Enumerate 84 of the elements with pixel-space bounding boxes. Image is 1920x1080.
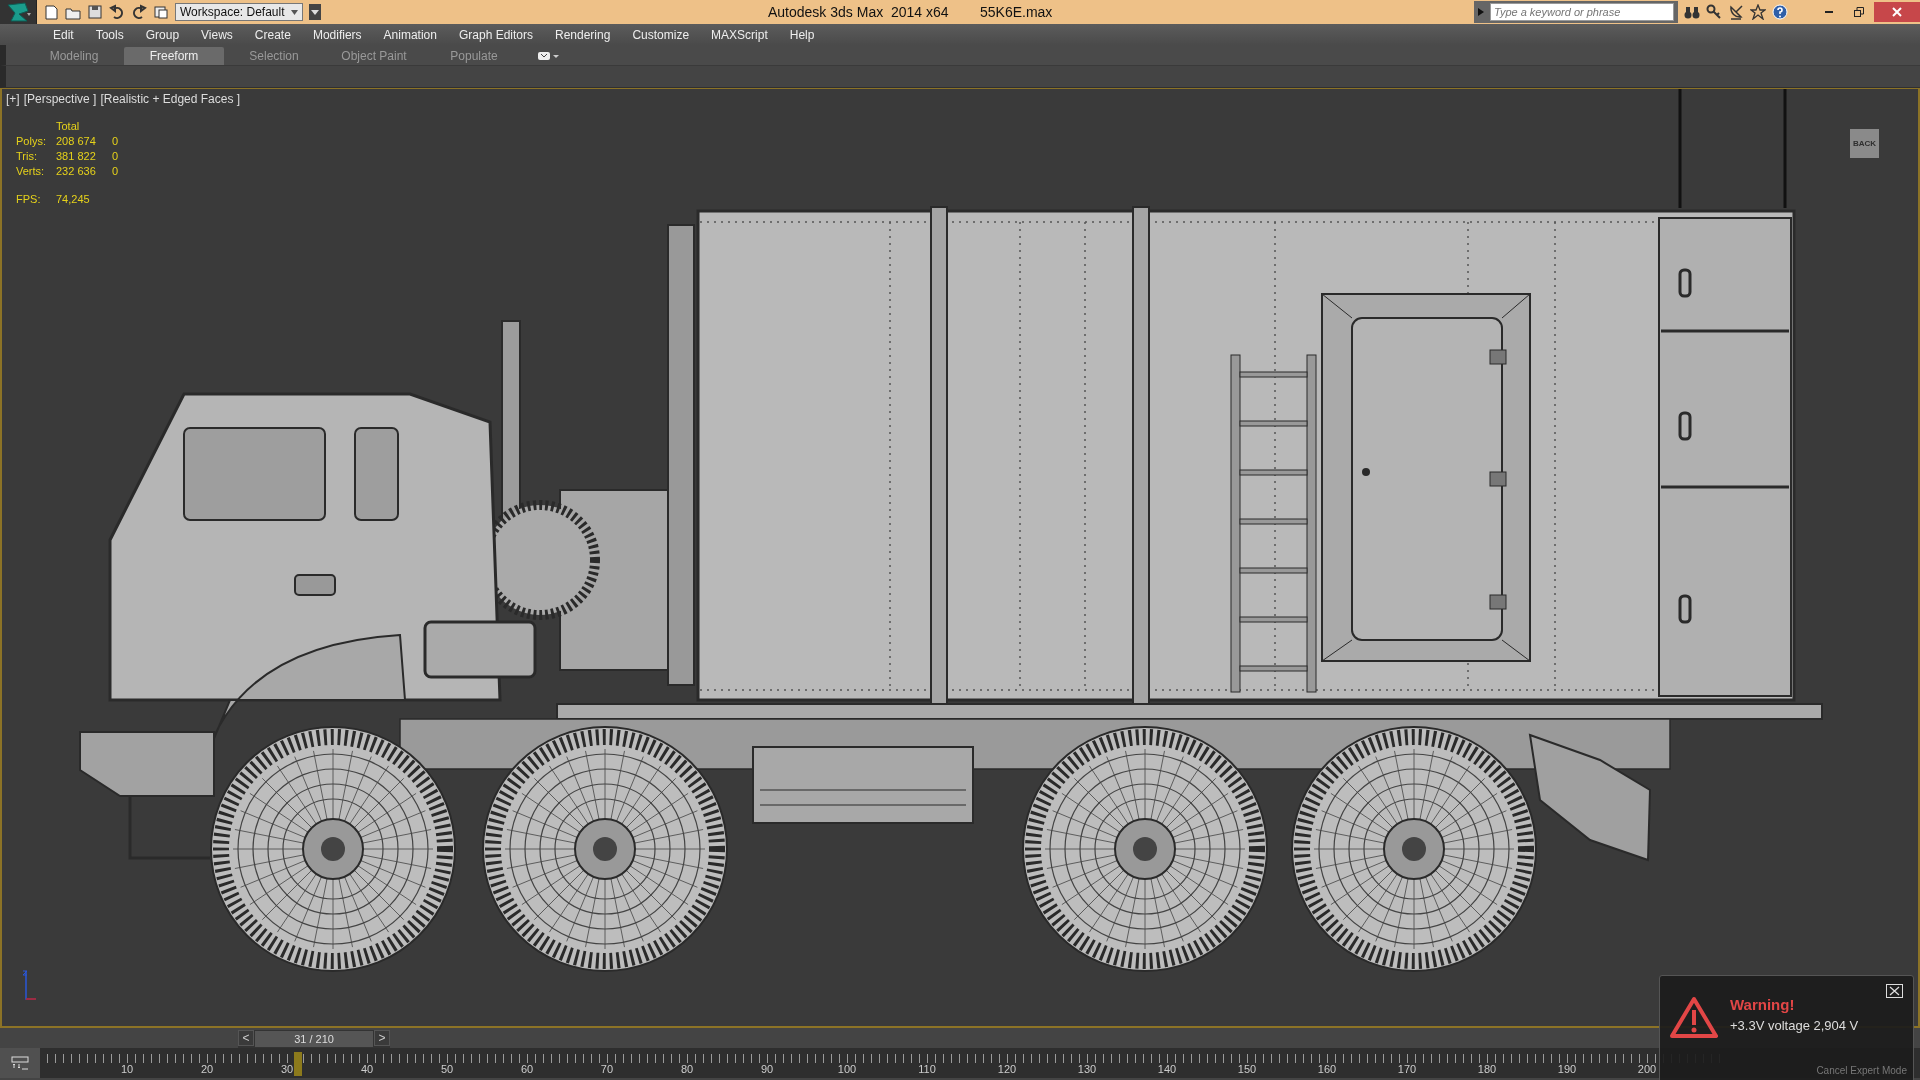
frame-counter: 31 / 210 [254, 1030, 375, 1048]
frame-number: 90 [760, 1063, 774, 1075]
viewport-label[interactable]: [Realistic + Edged Faces ] [100, 92, 241, 106]
frame-number: 190 [1557, 1063, 1577, 1075]
file-name: 55K6E.max [980, 4, 1053, 20]
stats-label: FPS: [16, 193, 42, 205]
warning-title: Warning! [1730, 996, 1796, 1013]
menu-item[interactable]: Rendering [544, 27, 622, 42]
fps-value: 74,245 [56, 193, 91, 205]
frame-number: 100 [837, 1063, 857, 1075]
frame-number: 200 [1637, 1063, 1657, 1075]
stats-label: Tris: [16, 150, 38, 162]
save-icon[interactable] [87, 4, 103, 20]
viewport-label[interactable]: [+] [6, 92, 20, 106]
viewport-label[interactable]: [Perspective ] [23, 92, 97, 106]
warning-message: +3.3V voltage 2,904 V [1730, 1018, 1859, 1033]
warning-icon [1670, 996, 1718, 1038]
close-icon[interactable] [1886, 984, 1903, 998]
view-cube[interactable]: BACK [1850, 129, 1879, 158]
menu-item[interactable]: Group [134, 27, 191, 42]
ribbon-tab[interactable]: Freeform [124, 47, 224, 65]
frame-marker[interactable] [293, 1052, 302, 1076]
stats-value: 232 636 [56, 165, 97, 177]
stats-label: Polys: [16, 135, 47, 147]
help-icon[interactable] [1772, 4, 1788, 20]
menu-item[interactable]: Customize [621, 27, 701, 42]
menu-item[interactable]: Tools [84, 27, 135, 42]
frame-number: 10 [120, 1063, 134, 1075]
cancel-expert-mode-link[interactable]: Cancel Expert Mode [1816, 1065, 1907, 1076]
menu-item[interactable]: Modifiers [301, 27, 373, 42]
frame-number: 110 [918, 1063, 936, 1075]
menu-item[interactable]: Graph Editors [447, 27, 544, 42]
stats-value: 208 674 [56, 135, 97, 147]
project-folder-icon[interactable] [153, 4, 169, 20]
binoculars-icon[interactable] [1684, 4, 1700, 20]
stats-value: 0 [112, 135, 120, 147]
frame-number: 180 [1477, 1063, 1497, 1075]
stats-header: Total [56, 120, 81, 132]
frame-number: 70 [600, 1063, 614, 1075]
restore-icon [1854, 7, 1864, 17]
stats-label: Verts: [16, 165, 46, 177]
menu-item[interactable]: Help [778, 27, 826, 42]
frame-number: 120 [997, 1063, 1017, 1075]
new-file-icon[interactable] [43, 4, 59, 20]
frame-number: 170 [1397, 1063, 1417, 1075]
window-title: Autodesk 3ds Max 2014 x64 [768, 4, 949, 20]
menu-item[interactable]: Create [243, 27, 302, 42]
previous-frame-button[interactable]: < [238, 1030, 255, 1046]
stats-value: 0 [112, 165, 120, 177]
menu-item[interactable]: MAXScript [700, 27, 779, 42]
frame-number: 20 [200, 1063, 214, 1075]
frame-number: 60 [520, 1063, 534, 1075]
frame-number: 30 [280, 1063, 294, 1075]
app-logo-icon[interactable] [5, 1, 31, 23]
expand-arrow-icon [1478, 8, 1484, 16]
search-field[interactable]: Type a keyword or phrase [1474, 1, 1678, 23]
menu-item[interactable]: Animation [372, 27, 448, 42]
axis-tripod-icon [22, 969, 36, 1001]
curve-editor-button[interactable] [0, 1048, 40, 1078]
next-frame-button[interactable]: > [374, 1030, 391, 1046]
redo-icon[interactable] [131, 4, 147, 20]
ribbon-options-icon[interactable] [538, 51, 560, 61]
caret-icon [291, 9, 298, 15]
frame-number: 130 [1077, 1063, 1097, 1075]
workspace-dropdown[interactable]: Workspace: Default [175, 3, 303, 21]
minimize-icon [1825, 11, 1833, 13]
star-icon[interactable] [1750, 4, 1766, 20]
close-icon [1892, 7, 1902, 17]
time-slider[interactable]: < 31 / 210 > [238, 1030, 391, 1048]
frame-number: 50 [440, 1063, 454, 1075]
close-button[interactable] [1874, 2, 1920, 22]
frame-number: 160 [1317, 1063, 1337, 1075]
key-icon[interactable] [1706, 4, 1722, 20]
undo-icon[interactable] [109, 4, 125, 20]
stats-value: 381 822 [56, 150, 97, 162]
stats-value: 0 [112, 150, 120, 162]
frame-number: 140 [1157, 1063, 1177, 1075]
frame-number: 80 [680, 1063, 694, 1075]
frame-number: 150 [1237, 1063, 1257, 1075]
menu-item[interactable]: Views [190, 27, 244, 42]
satellite-dish-icon[interactable] [1728, 4, 1744, 20]
frame-number: 40 [360, 1063, 374, 1075]
menu-item[interactable]: Edit [42, 27, 85, 42]
curve-editor-icon [11, 1056, 29, 1070]
